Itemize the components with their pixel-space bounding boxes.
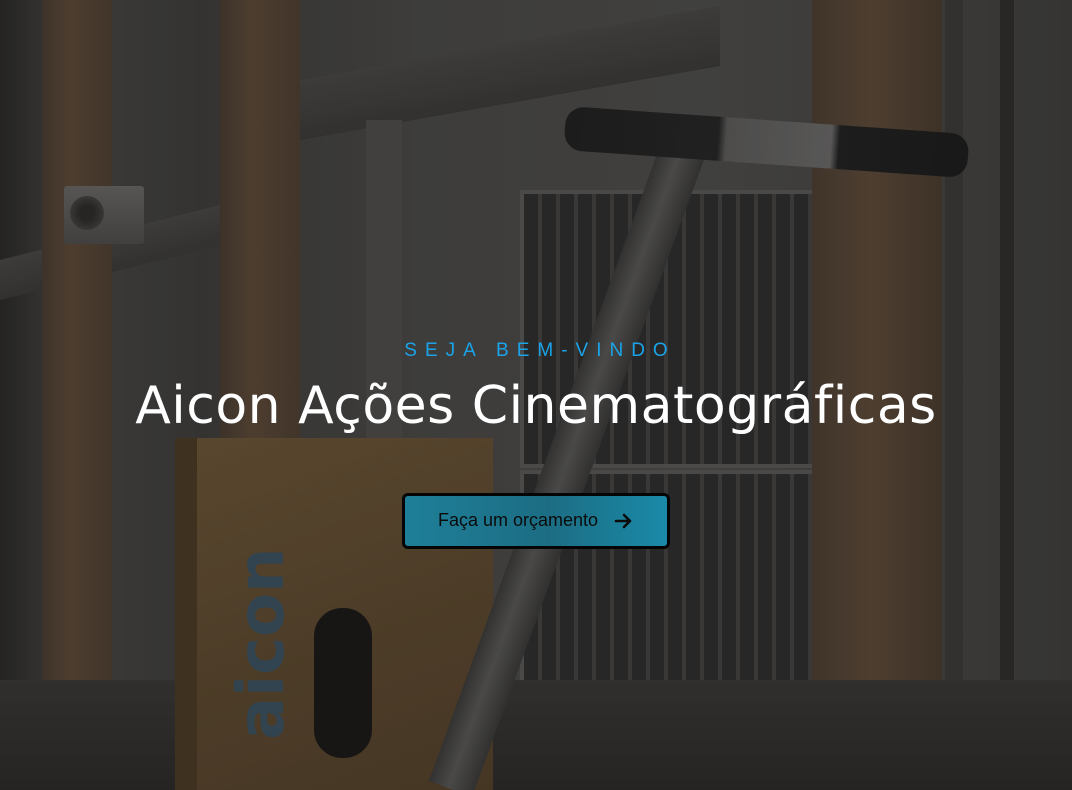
arrow-right-icon bbox=[614, 513, 632, 529]
hero-content: SEJA BEM-VINDO Aicon Ações Cinematográfi… bbox=[0, 0, 1072, 790]
hero-eyebrow: SEJA BEM-VINDO bbox=[404, 340, 676, 361]
hero-title: Aicon Ações Cinematográficas bbox=[135, 376, 937, 436]
hero-section: aicon SEJA BEM-VINDO Aicon Ações Cinemat… bbox=[0, 0, 1072, 790]
quote-request-button[interactable]: Faça um orçamento bbox=[402, 492, 670, 549]
quote-request-label: Faça um orçamento bbox=[437, 510, 599, 531]
